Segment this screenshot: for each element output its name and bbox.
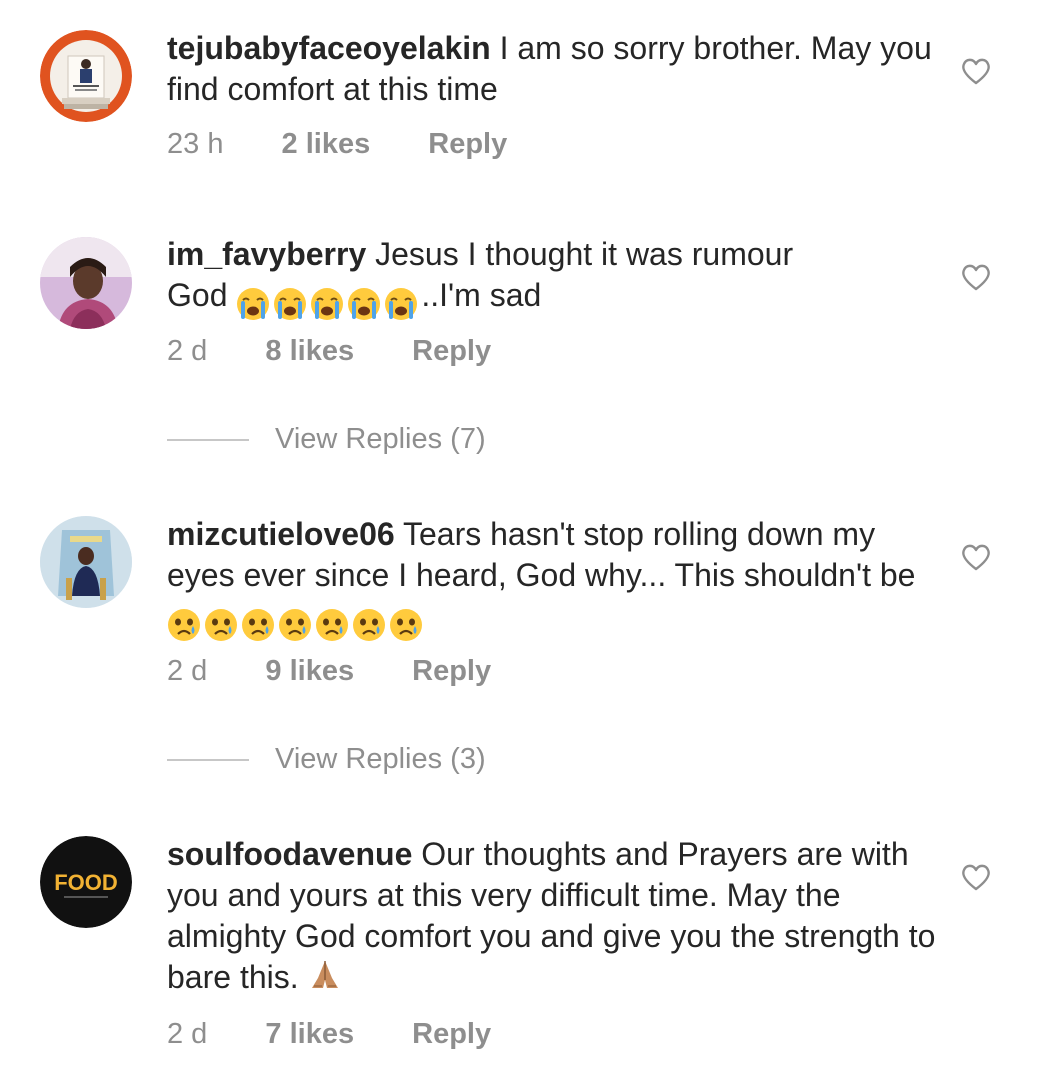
- view-replies-label: View Replies (7): [275, 423, 486, 455]
- reply-button[interactable]: Reply: [412, 1018, 491, 1051]
- likes-count[interactable]: 2 likes: [282, 128, 371, 161]
- comment-meta: 23 h 2 likes Reply: [167, 128, 507, 161]
- loudly-crying-face-emoji: [274, 287, 307, 320]
- crying-face-emoji: [168, 608, 200, 641]
- comment-message-part: God: [167, 277, 228, 313]
- comment-text: mizcutielove06 Tears hasn't stop rolling…: [167, 514, 937, 643]
- comment-meta: 2 d 8 likes Reply: [167, 335, 491, 368]
- crying-face-emoji: [205, 608, 237, 641]
- crying-face-emoji: [316, 608, 348, 641]
- comment-meta: 2 d 9 likes Reply: [167, 655, 491, 688]
- likes-count[interactable]: 8 likes: [265, 335, 354, 368]
- comment-message: Jesus I thought it was rumour: [375, 236, 794, 272]
- divider-line: [167, 439, 249, 442]
- comment-text: im_favyberry Jesus I thought it was rumo…: [167, 234, 937, 322]
- username[interactable]: soulfoodavenue: [167, 836, 412, 872]
- avatar[interactable]: FOOD: [40, 836, 132, 928]
- timestamp: 2 d: [167, 335, 208, 367]
- loudly-crying-face-emoji: [348, 287, 381, 320]
- folded-hands-emoji: [311, 961, 338, 988]
- view-replies-button[interactable]: View Replies (3): [167, 743, 486, 776]
- emoji-row: [236, 281, 421, 322]
- heart-outline-icon[interactable]: [960, 56, 992, 86]
- view-replies-label: View Replies (3): [275, 743, 486, 775]
- likes-count[interactable]: 7 likes: [265, 1018, 354, 1051]
- crying-face-emoji: [279, 608, 311, 641]
- avatar[interactable]: [40, 237, 132, 329]
- heart-outline-icon[interactable]: [960, 542, 992, 572]
- loudly-crying-face-emoji: [311, 287, 344, 320]
- avatar-logo-text: FOOD: [54, 870, 118, 895]
- crying-face-emoji: [353, 608, 385, 641]
- likes-count[interactable]: 9 likes: [265, 655, 354, 688]
- comment-text: tejubabyfaceoyelakin I am so sorry broth…: [167, 28, 937, 110]
- comment-meta: 2 d 7 likes Reply: [167, 1018, 491, 1051]
- reply-button[interactable]: Reply: [412, 335, 491, 368]
- comment-text: soulfoodavenue Our thoughts and Prayers …: [167, 834, 937, 998]
- crying-face-emoji: [242, 608, 274, 641]
- crying-face-emoji: [390, 608, 422, 641]
- avatar[interactable]: [40, 30, 132, 122]
- username[interactable]: tejubabyfaceoyelakin: [167, 30, 491, 66]
- loudly-crying-face-emoji: [385, 287, 418, 320]
- timestamp: 2 d: [167, 655, 208, 687]
- username[interactable]: mizcutielove06: [167, 516, 395, 552]
- heart-outline-icon[interactable]: [960, 862, 992, 892]
- comment-message-part: ..I'm sad: [421, 277, 542, 313]
- view-replies-button[interactable]: View Replies (7): [167, 423, 486, 456]
- timestamp: 23 h: [167, 128, 224, 160]
- heart-outline-icon[interactable]: [960, 262, 992, 292]
- username[interactable]: im_favyberry: [167, 236, 366, 272]
- loudly-crying-face-emoji: [237, 287, 270, 320]
- timestamp: 2 d: [167, 1018, 208, 1050]
- reply-button[interactable]: Reply: [412, 655, 491, 688]
- divider-line: [167, 759, 249, 762]
- emoji-row: [167, 602, 426, 643]
- avatar[interactable]: [40, 516, 132, 608]
- reply-button[interactable]: Reply: [428, 128, 507, 161]
